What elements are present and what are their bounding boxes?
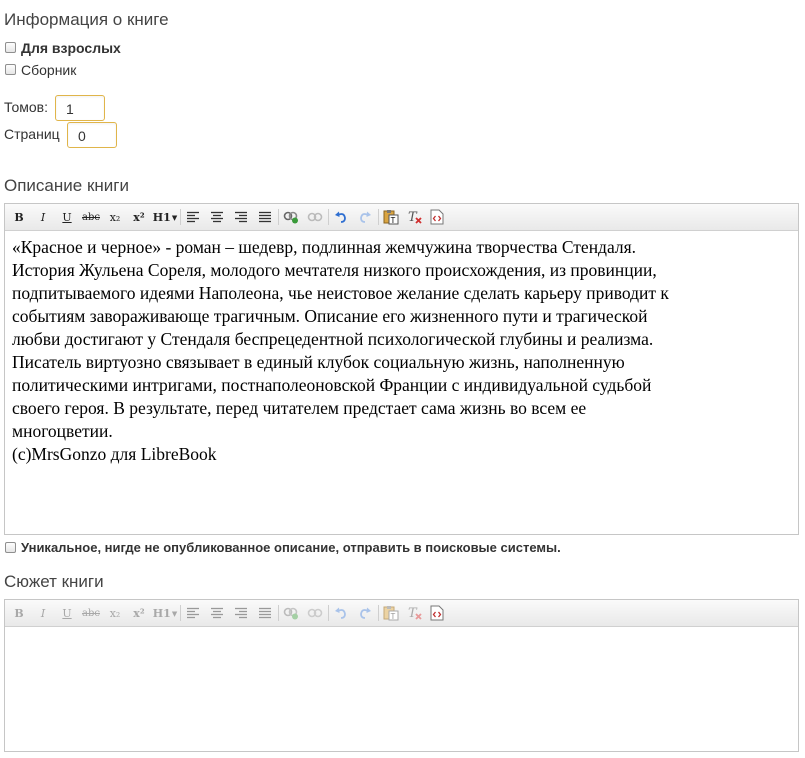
description-line: подпитываемого идеями Наполеона, чье неи… [12,283,669,303]
description-line: многоцветии. [12,421,113,441]
adult-checkbox[interactable] [5,42,16,53]
remove-format-icon[interactable]: T [405,207,425,227]
adult-label: Для взрослых [21,40,121,56]
underline-icon[interactable]: U [57,603,77,623]
strikethrough-icon[interactable]: abc [81,603,101,623]
plot-title: Сюжет книги [4,572,104,591]
justify-icon[interactable] [255,207,275,227]
bold-icon[interactable]: B [9,207,29,227]
plot-toolbar: B I U abc x₂ x² H1 ▼ T T [5,600,798,627]
svg-text:T: T [391,216,396,225]
collection-label: Сборник [21,62,77,78]
source-code-icon[interactable] [427,603,447,623]
description-line: своего героя. В результате, перед читате… [12,398,587,418]
align-center-icon[interactable] [207,603,227,623]
toolbar-divider [180,605,181,621]
toolbar-divider [328,605,329,621]
unique-description-label: Уникальное, нигде не опубликованное опис… [21,540,561,555]
description-line: «Красное и черное» - роман – шедевр, под… [12,237,637,257]
italic-icon[interactable]: I [33,603,53,623]
toolbar-divider [278,209,279,225]
description-line: политическими интригами, постнаполеоновс… [12,375,652,395]
remove-format-icon[interactable]: T [405,603,425,623]
align-center-icon[interactable] [207,207,227,227]
unique-description-checkbox[interactable] [5,542,16,553]
toolbar-divider [378,209,379,225]
description-line: событиям завораживающе трагичным. Описан… [12,306,648,326]
heading-dropdown-icon[interactable]: H1 ▼ [153,603,177,623]
subscript-icon[interactable]: x₂ [105,603,125,623]
paste-text-icon[interactable]: T [381,603,401,623]
collection-checkbox[interactable] [5,64,16,75]
plot-text-area[interactable] [5,627,798,747]
superscript-icon[interactable]: x² [129,603,149,623]
subscript-icon[interactable]: x₂ [105,207,125,227]
align-left-icon[interactable] [183,207,203,227]
source-code-icon[interactable] [427,207,447,227]
volumes-label: Томов: [4,99,48,115]
heading-label: H1 [152,210,171,224]
superscript-icon[interactable]: x² [129,207,149,227]
description-text-area[interactable]: «Красное и черное» - роман – шедевр, под… [5,231,798,471]
align-right-icon[interactable] [231,207,251,227]
strikethrough-icon[interactable]: abc [81,207,101,227]
description-signature: (c)MrsGonzo для LibreBook [12,444,217,464]
toolbar-divider [378,605,379,621]
volumes-input[interactable]: 1 [55,95,105,121]
underline-icon[interactable]: U [57,207,77,227]
heading-dropdown-icon[interactable]: H1 ▼ [153,207,177,227]
bold-icon[interactable]: B [9,603,29,623]
plot-editor: B I U abc x₂ x² H1 ▼ T T [4,599,799,752]
description-line: любви достигают у Стендаля беспрецедентн… [12,329,654,349]
paste-text-icon[interactable]: T [381,207,401,227]
undo-icon[interactable] [331,207,351,227]
undo-icon[interactable] [331,603,351,623]
description-line: Писатель виртуозно связывает в единый кл… [12,352,625,372]
align-left-icon[interactable] [183,603,203,623]
description-title: Описание книги [4,176,129,195]
pages-label: Страниц [4,126,60,142]
description-toolbar: B I U abc x₂ x² H1 ▼ T T [5,204,798,231]
book-info-title: Информация о книге [4,10,169,29]
italic-icon[interactable]: I [33,207,53,227]
justify-icon[interactable] [255,603,275,623]
chevron-down-icon: ▼ [171,212,178,222]
pages-input[interactable]: 0 [67,122,117,148]
link-icon[interactable] [281,603,301,623]
toolbar-divider [328,209,329,225]
redo-icon[interactable] [355,207,375,227]
description-editor: B I U abc x₂ x² H1 ▼ T T «Красное и черно… [4,203,799,535]
svg-text:T: T [391,612,396,621]
align-right-icon[interactable] [231,603,251,623]
chevron-down-icon: ▼ [171,608,178,618]
heading-label: H1 [152,606,171,620]
toolbar-divider [180,209,181,225]
unlink-icon[interactable] [305,207,325,227]
redo-icon[interactable] [355,603,375,623]
description-line: История Жульена Сореля, молодого мечтате… [12,260,657,280]
toolbar-divider [278,605,279,621]
unlink-icon[interactable] [305,603,325,623]
link-icon[interactable] [281,207,301,227]
